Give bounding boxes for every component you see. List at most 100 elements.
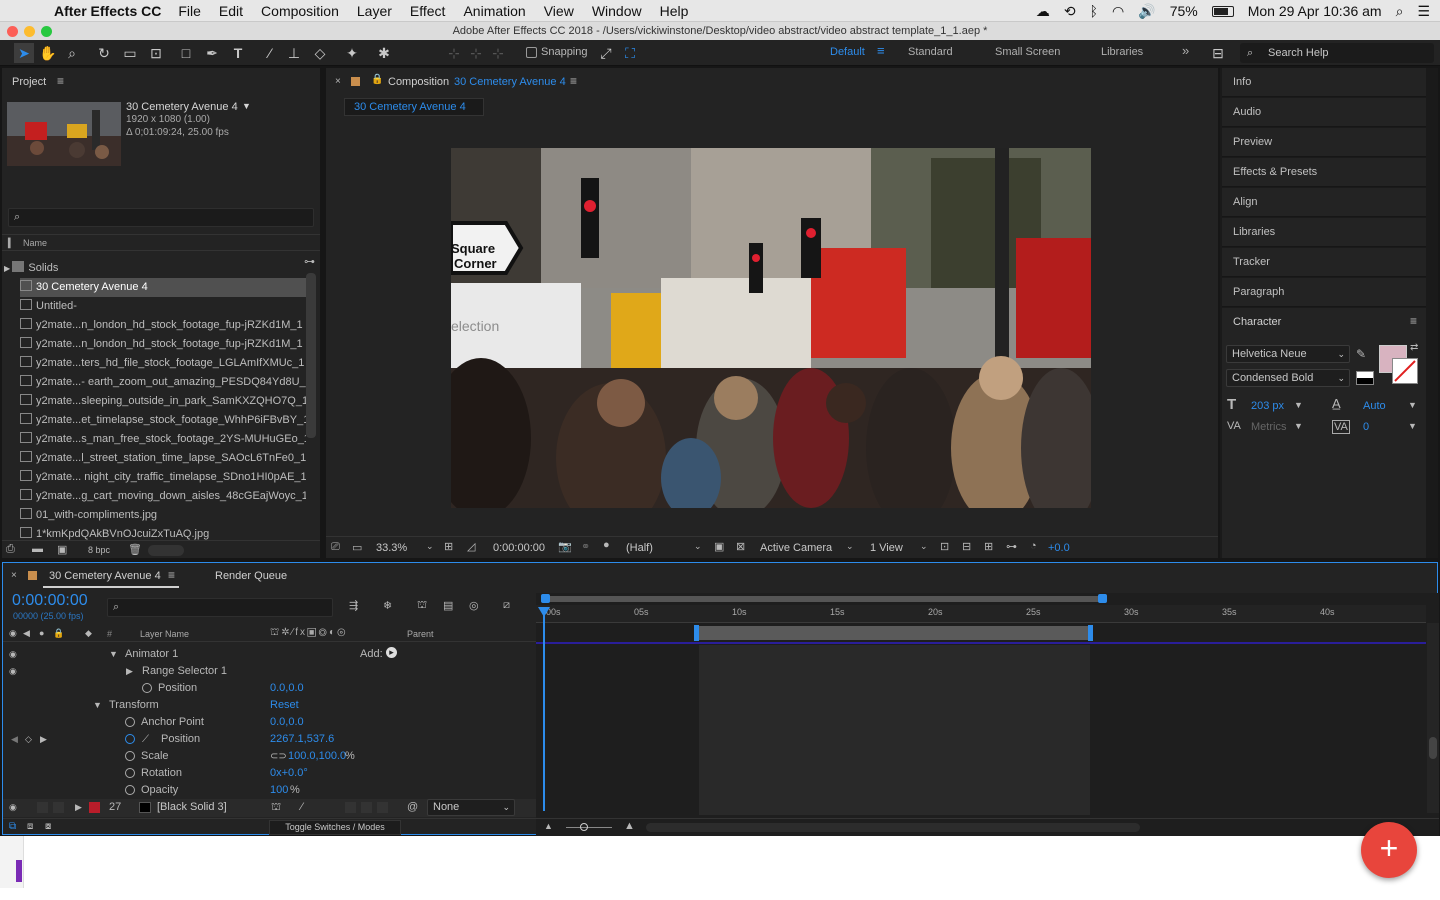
pan-behind-tool-icon[interactable]: ⊡	[146, 43, 166, 63]
parent-dropdown[interactable]: None ⌄	[427, 799, 515, 816]
scale-value[interactable]: 100.0,100.0	[288, 748, 346, 765]
show-snapshot-icon[interactable]: ⚭	[581, 540, 590, 553]
menu-edit[interactable]: Edit	[210, 3, 252, 19]
chevron-down-icon[interactable]: ⌄	[920, 541, 928, 552]
workspace-default[interactable]: Default	[830, 46, 865, 58]
bluetooth-icon[interactable]: ᛒ	[1090, 3, 1098, 19]
region-of-interest-icon[interactable]: ⊞	[444, 540, 453, 553]
zoom-out-icon[interactable]: ▲	[544, 821, 553, 831]
stopwatch-icon[interactable]	[125, 751, 135, 761]
timeline-horizontal-scrollbar[interactable]	[646, 823, 1140, 832]
wifi-icon[interactable]: ◠	[1112, 3, 1124, 20]
rotation-value[interactable]: 0x+0.0°	[270, 765, 308, 782]
workspace-toggle-icon[interactable]: ⊟	[1208, 43, 1228, 63]
project-item-dropdown-icon[interactable]: ▼	[242, 101, 251, 111]
next-keyframe-icon[interactable]: ▶	[40, 731, 47, 748]
transfer-controls-icon[interactable]: ⧈	[27, 821, 33, 832]
color-channels-icon[interactable]: ●	[603, 539, 610, 551]
menu-file[interactable]: File	[169, 3, 210, 19]
new-composition-icon[interactable]: ▣	[57, 543, 67, 556]
animator-position-value[interactable]: 0.0,0.0	[270, 680, 304, 697]
timeline-icon[interactable]: ⊞	[984, 540, 993, 553]
project-item[interactable]: y2mate... night_city_traffic_timelapse_S…	[20, 468, 306, 487]
twirl-down-icon[interactable]: ▼	[109, 646, 118, 663]
snapping-checkbox[interactable]	[526, 47, 537, 58]
transform-reset-button[interactable]: Reset	[270, 697, 299, 714]
tracking-value[interactable]: 0	[1363, 421, 1369, 433]
twirl-right-icon[interactable]: ▶	[75, 799, 82, 816]
time-ruler[interactable]: 00s 05s 10s 15s 20s 25s 30s 35s 40s	[536, 605, 1426, 623]
stroke-color-swatch[interactable]	[1392, 358, 1418, 384]
character-panel-title[interactable]: Character	[1233, 316, 1281, 328]
reset-exposure-icon[interactable]: ◔	[1030, 540, 1037, 552]
stopwatch-icon[interactable]	[142, 683, 152, 693]
panel-audio[interactable]: Audio	[1222, 98, 1426, 127]
grid-snap-icon[interactable]: ⛶	[620, 43, 640, 63]
shy-switch-icon[interactable]: ⛫	[271, 799, 281, 816]
new-folder-icon[interactable]: ▬	[32, 543, 43, 555]
panel-align[interactable]: Align	[1222, 188, 1426, 217]
monitor-icon[interactable]: ▭	[352, 541, 362, 554]
search-help-input[interactable]: ⌕ Search Help	[1240, 43, 1434, 63]
anchor-point-value[interactable]: 0.0,0.0	[270, 714, 304, 731]
chevron-down-icon[interactable]: ▼	[1294, 421, 1303, 431]
toggle-switches-modes-button[interactable]: Toggle Switches / Modes	[269, 820, 401, 835]
leading-value[interactable]: Auto	[1363, 400, 1386, 412]
exposure-value[interactable]: +0.0	[1048, 542, 1070, 554]
toggle-pixel-aspect-icon[interactable]: ⊡	[940, 540, 949, 553]
column-name-header[interactable]: Name	[23, 238, 47, 248]
clone-stamp-tool-icon[interactable]: ⊥	[284, 43, 304, 63]
project-item[interactable]: y2mate...ters_hd_file_stock_footage_LGLA…	[20, 354, 306, 373]
timeline-track-area[interactable]: 00s 05s 10s 15s 20s 25s 30s 35s 40s ▲ ▲	[536, 593, 1439, 836]
row-scale[interactable]: Scale ⊂⊃ 100.0,100.0 %	[3, 748, 536, 765]
zoom-tool-icon[interactable]: ⌕	[62, 43, 82, 63]
black-white-swatch[interactable]	[1356, 371, 1374, 385]
project-item[interactable]: y2mate...- earth_zoom_out_amazing_PESDQ8…	[20, 373, 306, 392]
delete-icon[interactable]: 🗑	[128, 543, 142, 556]
project-item[interactable]: y2mate...g_cart_moving_down_aisles_48cGE…	[20, 487, 306, 506]
timeline-menu-icon[interactable]: ≡	[168, 568, 175, 582]
composition-mini-flowchart-icon[interactable]: ⇶	[349, 599, 358, 612]
row-transform[interactable]: ▼ Transform Reset	[3, 697, 536, 714]
panel-libraries[interactable]: Libraries	[1222, 218, 1426, 247]
app-name[interactable]: After Effects CC	[54, 3, 161, 19]
flowchart-icon[interactable]: ⊶	[1006, 540, 1017, 553]
label-column-icon[interactable]: ◆	[85, 628, 92, 639]
solo-column-icon[interactable]: ●	[39, 628, 44, 638]
notification-center-icon[interactable]: ☰	[1417, 3, 1430, 20]
constrain-proportions-icon[interactable]: ⊂⊃	[270, 748, 287, 765]
work-area-end-handle[interactable]	[1098, 594, 1107, 603]
composition-menu-icon[interactable]: ≡	[570, 74, 577, 88]
snapshot-icon[interactable]: 📷	[558, 540, 572, 553]
layer-name-column[interactable]: Layer Name	[140, 629, 189, 639]
current-time-display[interactable]: 0:00:00:00	[493, 542, 545, 554]
row-animator-position[interactable]: Position 0.0,0.0	[3, 680, 536, 697]
toggle-mask-icon[interactable]: ⊠	[736, 540, 745, 553]
stopwatch-icon[interactable]	[125, 768, 135, 778]
kerning-value[interactable]: Metrics	[1251, 421, 1286, 433]
motion-blur-switch[interactable]	[361, 802, 372, 813]
row-animator[interactable]: ◉ ▼ Animator 1 Add: ▸	[3, 646, 536, 663]
panel-paragraph[interactable]: Paragraph	[1222, 278, 1426, 307]
close-window-button[interactable]	[7, 26, 18, 37]
selection-tool-icon[interactable]: ➤	[14, 43, 34, 63]
shy-icon[interactable]: ⛫	[417, 599, 427, 613]
clock[interactable]: Mon 29 Apr 10:36 am	[1248, 3, 1382, 19]
zoom-window-button[interactable]	[41, 26, 52, 37]
snap-icon[interactable]: ⤢	[596, 43, 616, 63]
eyedropper-icon[interactable]: ✎	[1356, 347, 1366, 361]
in-out-icon[interactable]: ⧇	[45, 821, 51, 832]
layer-out-point[interactable]	[1088, 625, 1093, 641]
close-panel-icon[interactable]: ×	[11, 570, 17, 581]
composition-name[interactable]: 30 Cemetery Avenue 4	[454, 76, 566, 88]
row-range-selector[interactable]: ◉ ▶ Range Selector 1	[3, 663, 536, 680]
project-item[interactable]: y2mate...n_london_hd_stock_footage_fup-j…	[20, 335, 306, 354]
project-item[interactable]: y2mate...sleeping_outside_in_park_SamKXZ…	[20, 392, 306, 411]
project-item[interactable]: y2mate...n_london_hd_stock_footage_fup-j…	[20, 316, 306, 335]
graph-editor-icon[interactable]: ⧄	[503, 599, 510, 612]
solo-toggle[interactable]	[53, 802, 64, 813]
zoom-slider-track[interactable]	[566, 827, 612, 828]
add-keyframe-icon[interactable]: ◇	[25, 731, 32, 748]
timeline-search-input[interactable]: ⌕	[107, 598, 333, 617]
twirl-right-icon[interactable]: ▶	[126, 663, 133, 680]
